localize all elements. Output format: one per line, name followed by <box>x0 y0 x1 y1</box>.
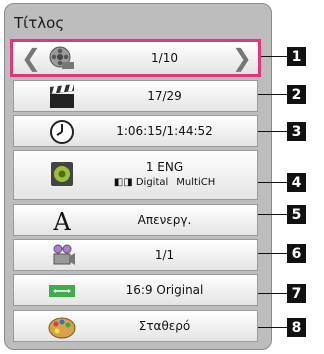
film-reel-camera-icon <box>49 46 74 69</box>
audio-channels: MultiCH <box>176 177 216 188</box>
callout-4: 4 <box>287 173 306 192</box>
aspect-ratio-icon <box>49 285 75 297</box>
callout-2: 2 <box>287 85 306 104</box>
callout-line-4 <box>258 182 287 183</box>
subtitle-row[interactable]: A Απενεργ. <box>13 204 258 236</box>
chevron-right-icon[interactable]: ❯ <box>232 44 252 72</box>
title-value: 1/10 <box>151 51 178 65</box>
camera-angle-icon <box>53 244 75 265</box>
svg-text:A: A <box>52 208 71 234</box>
audio-value: 1 ENG ◧◨ Digital MultiCH <box>92 151 237 199</box>
time-value: 1:06:15/1:44:52 <box>116 124 213 138</box>
speaker-icon <box>51 162 73 186</box>
callout-5: 5 <box>287 205 306 224</box>
aspect-row[interactable]: 16:9 Original <box>13 274 258 306</box>
audio-track: 1 ENG <box>145 160 184 174</box>
callout-line-8 <box>258 327 287 328</box>
audio-row[interactable]: 1 ENG ◧◨ Digital MultiCH <box>13 150 258 200</box>
audio-format: ◧◨ Digital MultiCH <box>114 175 215 190</box>
panel-title: Τίτλος <box>14 14 65 32</box>
angle-value: 1/1 <box>154 248 175 262</box>
subtitle-letter-icon: A <box>52 208 71 234</box>
clock-icon <box>50 120 74 144</box>
callout-line-6 <box>258 253 287 254</box>
audio-digital: Digital <box>135 177 169 188</box>
callout-line-5 <box>258 214 287 215</box>
subtitle-value: Απενεργ. <box>137 213 192 227</box>
callout-7: 7 <box>287 284 306 303</box>
palette-icon <box>48 317 76 339</box>
callout-3: 3 <box>287 122 306 141</box>
chevron-left-icon[interactable]: ❮ <box>21 44 41 72</box>
callout-line-2 <box>258 94 287 95</box>
chapter-value: 17/29 <box>147 89 182 103</box>
dolby-icon: ◧◨ <box>113 177 133 188</box>
time-row[interactable]: 1:06:15/1:44:52 <box>13 115 258 147</box>
callout-line-7 <box>258 293 287 294</box>
aspect-value: 16:9 Original <box>125 283 204 297</box>
callout-1: 1 <box>287 47 306 66</box>
title-row[interactable]: ❮ 1/10 ❯ <box>10 39 261 77</box>
callout-8: 8 <box>287 318 306 337</box>
callout-6: 6 <box>287 244 306 263</box>
callout-line-1 <box>261 56 287 57</box>
callout-line-3 <box>258 131 287 132</box>
picture-mode-row[interactable]: Σταθερό <box>13 310 258 342</box>
clapperboard-icon <box>50 84 74 108</box>
angle-row[interactable]: 1/1 <box>13 239 258 271</box>
chapter-row[interactable]: 17/29 <box>13 80 258 112</box>
picture-mode-value: Σταθερό <box>138 319 191 333</box>
